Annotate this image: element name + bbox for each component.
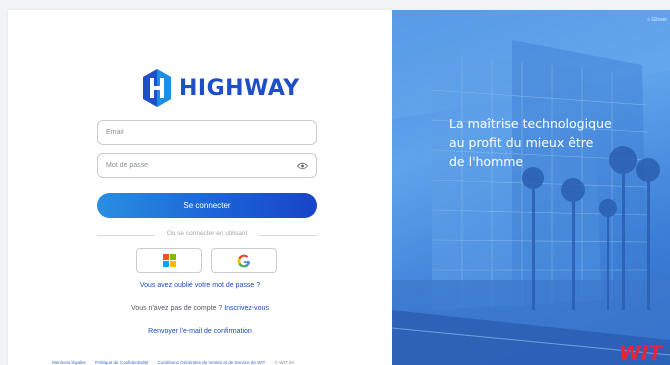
tagline-line-3: de l'homme	[449, 154, 524, 169]
footer-links: Mentions légales Politique de Confidenti…	[52, 360, 303, 365]
hero-panel: « Glisser La maîtrise technologique au p…	[392, 10, 670, 365]
resend-confirmation-link[interactable]: Renvoyer l'e-mail de confirmation	[8, 328, 392, 335]
brand-name: HIGHWAY	[179, 75, 300, 101]
google-login-button[interactable]	[211, 248, 277, 273]
wit-logo: WIT	[618, 341, 662, 365]
microsoft-icon	[162, 254, 176, 267]
password-field-wrapper	[97, 153, 317, 178]
brand-logo: HIGHWAY	[141, 68, 300, 108]
signup-link[interactable]: Inscrivez-vous	[224, 305, 269, 312]
email-field-wrapper	[97, 120, 317, 145]
divider-line-right	[259, 235, 317, 236]
tagline-line-1: La maîtrise technologique	[449, 116, 612, 131]
tagline-line-2: au profit du mieux être	[449, 135, 594, 150]
no-account-text: Vous n'avez pas de compte ?	[131, 305, 223, 312]
password-input[interactable]	[98, 154, 316, 177]
forgot-password-link[interactable]: Vous avez oublié votre mot de passe ?	[8, 282, 392, 289]
signup-prompt: Vous n'avez pas de compte ? Inscrivez-vo…	[8, 305, 392, 312]
footer-privacy-link[interactable]: Politique de Confidentialité	[95, 360, 148, 365]
google-icon	[237, 254, 250, 267]
footer-terms-link[interactable]: Conditions Générales de Ventes et de Ser…	[158, 360, 266, 365]
footer-legal-link[interactable]: Mentions légales	[52, 360, 86, 365]
hero-building-image	[392, 10, 670, 365]
microsoft-login-button[interactable]	[136, 248, 202, 273]
hero-tagline: La maîtrise technologique au profit du m…	[449, 114, 649, 171]
hero-corner-text[interactable]: « Glisser	[647, 17, 667, 23]
login-card: HIGHWAY Se connecter Ou se connecter en …	[8, 10, 392, 365]
email-input[interactable]	[98, 121, 316, 144]
eye-icon[interactable]	[297, 162, 308, 170]
highway-logo-icon	[143, 69, 171, 107]
login-button[interactable]: Se connecter	[97, 193, 317, 218]
footer-copyright: © WIT SA	[274, 360, 295, 365]
sso-divider: Ou se connecter en utilisant	[97, 230, 317, 240]
